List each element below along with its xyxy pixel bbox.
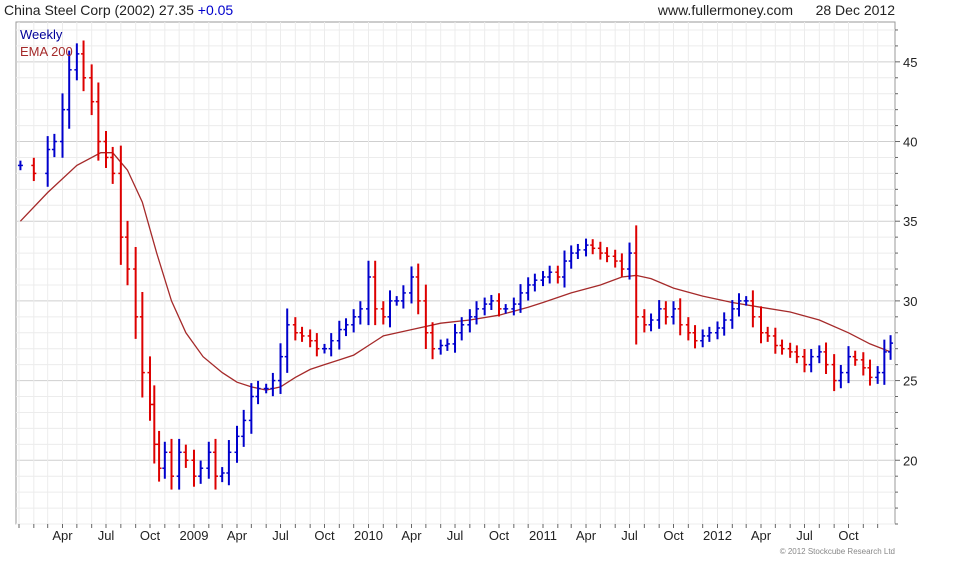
x-tick-label: Oct: [314, 528, 335, 543]
x-tick-label: Apr: [751, 528, 772, 543]
y-tick-label: 35: [903, 214, 917, 229]
date-label: 28 Dec 2012: [816, 2, 896, 18]
y-axis: 20 25 30 35 40 45: [895, 29, 917, 525]
y-tick-label: 40: [903, 135, 917, 150]
x-tick-label: Oct: [489, 528, 510, 543]
x-tick-label: 2011: [529, 528, 557, 543]
x-tick-label: Jul: [796, 528, 813, 543]
x-tick-label: Jul: [272, 528, 289, 543]
y-tick-label: 45: [903, 55, 917, 70]
x-tick-label: Oct: [838, 528, 859, 543]
x-tick-label: Apr: [401, 528, 422, 543]
x-tick-label: 2010: [354, 528, 383, 543]
x-tick-label: Jul: [621, 528, 638, 543]
chart-title: China Steel Corp (2002) 27.35 +0.05: [4, 2, 233, 18]
legend-weekly: Weekly: [20, 27, 63, 42]
copyright-footer: © 2012 Stockcube Research Ltd: [780, 547, 895, 556]
x-tick-label: 2009: [180, 528, 209, 543]
y-tick-label: 20: [903, 453, 917, 468]
x-tick-label: Jul: [447, 528, 464, 543]
x-tick-label: Oct: [140, 528, 161, 543]
x-tick-label: Apr: [52, 528, 73, 543]
title-prefix: China Steel Corp (2002) 27.35: [4, 2, 198, 18]
y-tick-label: 25: [903, 374, 917, 389]
x-tick-label: Apr: [227, 528, 248, 543]
stock-chart: 20 25 30 35 40 45 Apr Jul Oct 2009 Apr Jul Oct 2010 A…: [0, 0, 980, 560]
x-tick-label: Jul: [98, 528, 115, 543]
y-tick-label: 30: [903, 294, 917, 309]
legend-ema: EMA 200: [20, 44, 73, 59]
x-tick-label: Apr: [576, 528, 597, 543]
price-change: +0.05: [198, 2, 234, 18]
x-tick-label: Oct: [663, 528, 684, 543]
source-label: www.fullermoney.com: [657, 2, 793, 18]
chart-svg: 202530354045 Apr Jul Oct 2009 Apr Jul Oct 2010 A…: [4, 2, 917, 556]
x-axis: Apr Jul Oct 2009 Apr Jul Oct 2010 Apr Jul Oct 2011 A…: [18, 524, 879, 543]
x-tick-label: 2012: [703, 528, 732, 543]
